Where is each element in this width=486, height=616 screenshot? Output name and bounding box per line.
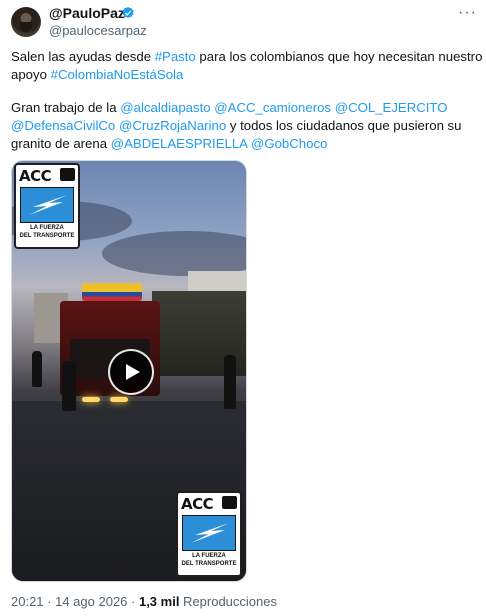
phone-icon — [60, 168, 75, 181]
meta-separator: · — [43, 594, 56, 609]
video-frame-flag — [82, 283, 142, 301]
acc-logo-brand: ACC — [181, 495, 214, 513]
tweet-text-segment: granito de arena — [11, 136, 111, 151]
avatar[interactable] — [11, 7, 41, 37]
acc-logo-tagline: LA FUERZA DEL TRANSPORTE — [181, 553, 237, 567]
meta-separator: · — [127, 594, 139, 609]
views-label: Reproducciones — [179, 594, 277, 609]
mention-link[interactable]: @DefensaCivilCo — [11, 118, 115, 133]
video-frame-headlight — [82, 397, 100, 402]
tweet: @PauloPaz @paulocesarpaz ··· Salen las a… — [0, 0, 486, 616]
tweet-text-segment: Salen las ayudas desde — [11, 49, 155, 64]
author-handle[interactable]: @paulocesarpaz — [49, 23, 147, 38]
tweet-meta: 20:21 · 14 ago 2026 · 1,3 mil Reproducci… — [11, 594, 277, 609]
tweet-text: Salen las ayudas desde #Pasto para los c… — [11, 48, 482, 153]
hashtag-link[interactable]: #ColombiaNoEstáSola — [51, 67, 184, 82]
more-options-icon[interactable]: ··· — [458, 4, 477, 22]
lightning-icon — [20, 187, 74, 223]
tweet-text-line: apoyo #ColombiaNoEstáSola — [11, 66, 477, 84]
mention-link[interactable]: @ABDELAESPRIELLA — [111, 136, 248, 151]
mention-link[interactable]: @alcaldiapasto — [120, 100, 210, 115]
verified-badge-icon — [122, 6, 134, 19]
acc-logo-bottom: ACC LA FUERZA DEL TRANSPORTE — [176, 491, 242, 577]
tweet-text-segment: y todos los ciudadanos que pusieron su — [226, 118, 462, 133]
tweet-time[interactable]: 20:21 — [11, 594, 44, 609]
tweet-text-segment: para los colombianos que hoy necesitan n… — [195, 49, 483, 64]
views-count: 1,3 mil — [138, 594, 180, 609]
phone-icon — [222, 496, 237, 509]
acc-logo-tagline: LA FUERZA DEL TRANSPORTE — [19, 225, 75, 239]
video-frame-person — [32, 351, 42, 387]
lightning-icon — [182, 515, 236, 551]
video-frame-cloud — [102, 231, 246, 276]
mention-link[interactable]: @ACC_camioneros — [214, 100, 331, 115]
tweet-text-line: Salen las ayudas desde #Pasto para los c… — [11, 48, 482, 66]
tweet-text-line: Gran trabajo de la @alcaldiapasto @ACC_c… — [11, 99, 477, 117]
play-icon[interactable] — [108, 349, 154, 395]
tweet-date[interactable]: 14 ago 2026 — [55, 594, 127, 609]
tweet-text-segment: apoyo — [11, 67, 51, 82]
video-frame-person — [62, 361, 76, 411]
mention-link[interactable]: @COL_EJERCITO — [335, 100, 448, 115]
author-display-name[interactable]: @PauloPaz — [49, 5, 125, 21]
mention-link[interactable]: @CruzRojaNarino — [119, 118, 226, 133]
acc-logo-top: ACC LA FUERZA DEL TRANSPORTE — [14, 163, 80, 249]
tweet-text-spacer — [11, 84, 477, 99]
tweet-text-line: @DefensaCivilCo @CruzRojaNarino y todos … — [11, 117, 477, 135]
tweet-text-segment: Gran trabajo de la — [11, 100, 121, 115]
mention-link[interactable]: @GobChoco — [251, 136, 327, 151]
tweet-text-line: granito de arena @ABDELAESPRIELLA @GobCh… — [11, 135, 477, 153]
hashtag-link[interactable]: #Pasto — [155, 49, 196, 64]
acc-logo-brand: ACC — [19, 167, 52, 185]
video-player[interactable]: ACC LA FUERZA DEL TRANSPORTE ACC LA FUER… — [11, 160, 247, 582]
video-frame-headlight — [110, 397, 128, 402]
video-frame-person — [224, 355, 236, 409]
